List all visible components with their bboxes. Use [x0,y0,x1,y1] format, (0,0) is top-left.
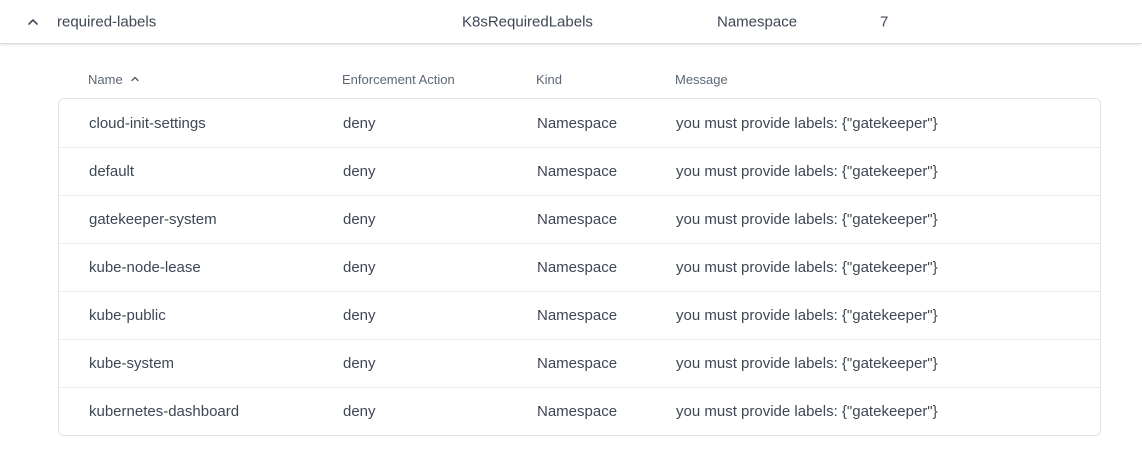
violation-enforcement-action: deny [343,259,537,276]
column-header-name[interactable]: Name [88,72,342,87]
violation-enforcement-action: deny [343,307,537,324]
violation-message: you must provide labels: {"gatekeeper"} [676,115,1070,132]
violation-message: you must provide labels: {"gatekeeper"} [676,307,1070,324]
sort-ascending-caret-icon [129,73,141,85]
violation-row: kubernetes-dashboard deny Namespace you … [59,387,1100,435]
violation-message: you must provide labels: {"gatekeeper"} [676,259,1070,276]
violation-name: kube-system [89,355,343,372]
column-header-kind: Kind [536,72,675,87]
violation-kind: Namespace [537,355,676,372]
violation-message: you must provide labels: {"gatekeeper"} [676,355,1070,372]
violation-message: you must provide labels: {"gatekeeper"} [676,211,1070,228]
violation-kind: Namespace [537,163,676,180]
violation-enforcement-action: deny [343,211,537,228]
constraint-target-kind: Namespace [717,13,797,30]
violations-table: Name Enforcement Action Kind Message clo… [58,60,1101,436]
violations-table-body: cloud-init-settings deny Namespace you m… [58,98,1101,436]
violation-row: kube-system deny Namespace you must prov… [59,339,1100,387]
violation-kind: Namespace [537,259,676,276]
collapse-panel-button[interactable] [21,10,45,34]
violation-name: cloud-init-settings [89,115,343,132]
chevron-up-icon [25,14,41,30]
violations-table-header: Name Enforcement Action Kind Message [58,60,1101,98]
violation-name: default [89,163,343,180]
violation-kind: Namespace [537,403,676,420]
violation-name: kubernetes-dashboard [89,403,343,420]
violation-enforcement-action: deny [343,355,537,372]
violation-count: 7 [880,13,888,30]
violation-row: cloud-init-settings deny Namespace you m… [59,99,1100,147]
column-header-enforcement-action: Enforcement Action [342,72,536,87]
violation-enforcement-action: deny [343,403,537,420]
constraint-panel-header[interactable]: required-labels K8sRequiredLabels Namesp… [0,0,1142,44]
violation-kind: Namespace [537,211,676,228]
violation-message: you must provide labels: {"gatekeeper"} [676,163,1070,180]
violation-name: kube-node-lease [89,259,343,276]
constraint-violations-page: required-labels K8sRequiredLabels Namesp… [0,0,1142,469]
violation-row: default deny Namespace you must provide … [59,147,1100,195]
violation-kind: Namespace [537,307,676,324]
violation-name: kube-public [89,307,343,324]
column-header-message: Message [675,72,1071,87]
violation-row: gatekeeper-system deny Namespace you mus… [59,195,1100,243]
violation-enforcement-action: deny [343,163,537,180]
violation-row: kube-public deny Namespace you must prov… [59,291,1100,339]
violation-message: you must provide labels: {"gatekeeper"} [676,403,1070,420]
constraint-name: required-labels [57,13,156,30]
violation-enforcement-action: deny [343,115,537,132]
violation-row: kube-node-lease deny Namespace you must … [59,243,1100,291]
constraint-template-kind: K8sRequiredLabels [462,13,593,30]
violation-kind: Namespace [537,115,676,132]
violation-name: gatekeeper-system [89,211,343,228]
